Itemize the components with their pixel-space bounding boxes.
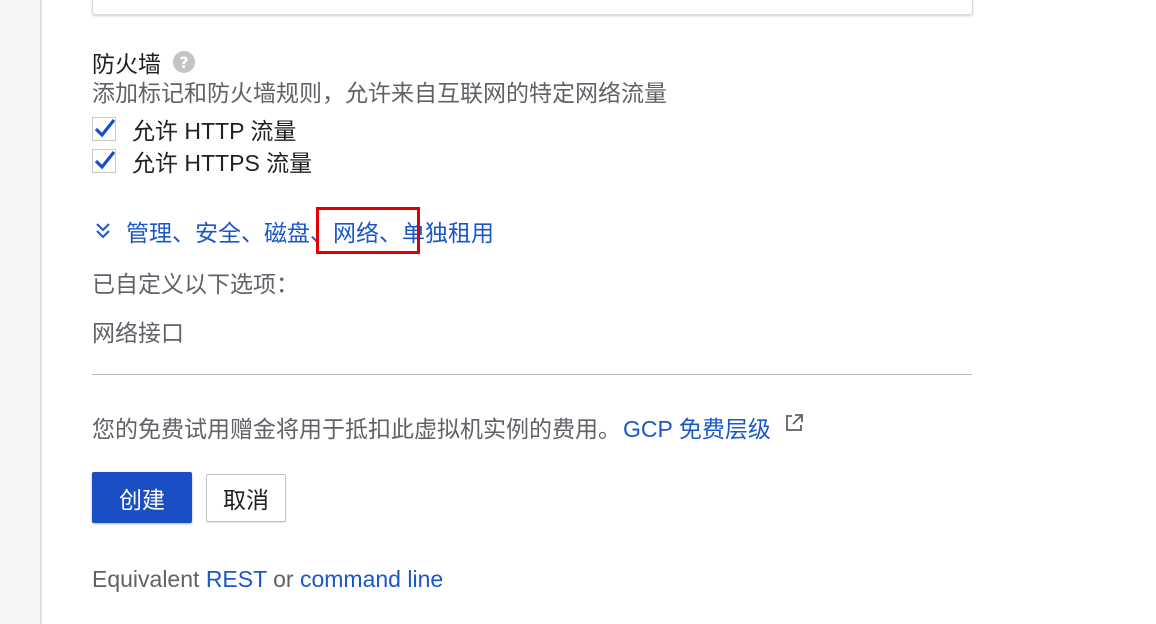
equivalent-line: Equivalent REST or command line [92, 566, 443, 593]
free-trial-notice: 您的免费试用赠金将用于抵扣此虚拟机实例的费用。 GCP 免费层级 [92, 410, 805, 444]
previous-section-card [92, 0, 973, 15]
allow-http-checkbox[interactable] [92, 117, 116, 141]
customized-option-network-interface: 网络接口 [92, 320, 184, 346]
advanced-options-label: 管理、安全、磁盘、网络、单独租用 [126, 220, 494, 246]
allow-http-label: 允许 HTTP 流量 [132, 118, 297, 144]
create-button[interactable]: 创建 [92, 472, 192, 523]
allow-https-checkbox[interactable] [92, 149, 116, 173]
allow-http-row[interactable]: 允许 HTTP 流量 [92, 112, 296, 146]
free-trial-text: 您的免费试用赠金将用于抵扣此虚拟机实例的费用。 [92, 416, 621, 442]
firewall-description: 添加标记和防火墙规则，允许来自互联网的特定网络流量 [92, 80, 667, 106]
cancel-button[interactable]: 取消 [206, 474, 286, 522]
check-icon [92, 149, 116, 173]
check-icon [92, 117, 116, 141]
left-rail [0, 0, 42, 624]
rest-link[interactable]: REST [206, 566, 267, 592]
gcp-free-tier-link[interactable]: GCP 免费层级 [623, 410, 771, 444]
command-line-link[interactable]: command line [300, 566, 443, 592]
equivalent-prefix: Equivalent [92, 566, 200, 592]
equivalent-or: or [273, 566, 294, 592]
advanced-options-toggle[interactable]: 管理、安全、磁盘、网络、单独租用 [92, 214, 494, 248]
divider [92, 374, 972, 375]
allow-https-label: 允许 HTTPS 流量 [132, 150, 313, 176]
external-link-icon[interactable] [783, 412, 805, 434]
allow-https-row[interactable]: 允许 HTTPS 流量 [92, 144, 312, 178]
customized-options-label: 已自定义以下选项： [92, 271, 299, 297]
help-icon[interactable]: ? [173, 51, 195, 73]
double-chevron-down-icon [96, 223, 110, 239]
highlight-annotation [316, 207, 420, 254]
